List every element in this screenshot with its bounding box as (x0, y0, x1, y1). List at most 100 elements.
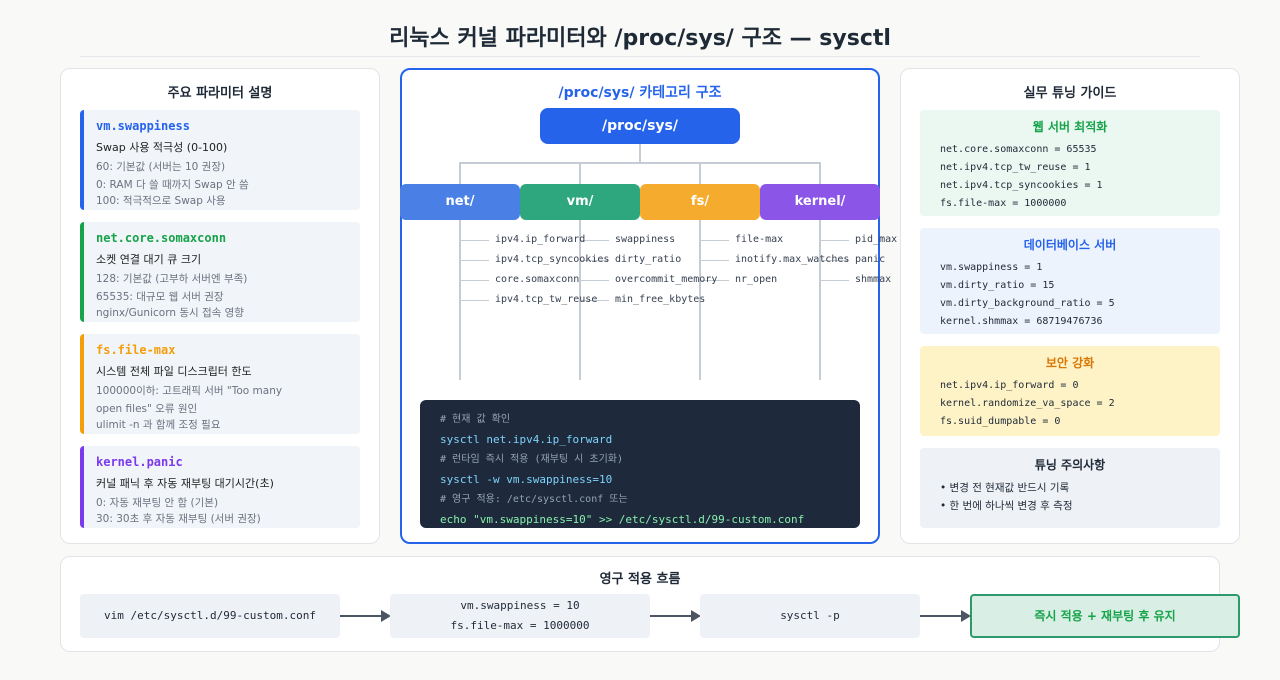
item-branch (461, 260, 489, 261)
param-detail: 0: 자동 재부팅 안 함 (기본) (96, 497, 219, 509)
fs-item: nr_open (735, 274, 778, 285)
caution-note: • 변경 전 현재값 반드시 기록 (940, 482, 1070, 494)
item-branch (701, 260, 729, 261)
param-description: 커널 패닉 후 자동 재부팅 대기시간(초) (96, 477, 274, 490)
flow-step-edit-config: vim /etc/sysctl.d/99-custom.conf (80, 594, 340, 638)
flow-step-text: vm.swappiness = 10 (460, 599, 580, 612)
title-divider (80, 56, 1200, 57)
guide-setting: kernel.shmmax = 68719476736 (940, 316, 1103, 327)
page-title: 리눅스 커널 파라미터와 /proc/sys/ 구조 — sysctl (389, 26, 891, 51)
param-card-somaxconn: net.core.somaxconn 소켓 연결 대기 큐 크기 128: 기본… (80, 222, 360, 322)
flow-step-apply: sysctl -p (700, 594, 920, 638)
item-branch (701, 240, 729, 241)
net-item: ipv4.tcp_tw_reuse (495, 294, 598, 305)
proc-sys-panel-title: /proc/sys/ 카테고리 구조 (558, 85, 722, 101)
flow-step-text: fs.file-max = 1000000 (450, 619, 590, 632)
flow-step-config-content: vm.swappiness = 10 fs.file-max = 1000000 (390, 594, 650, 638)
category-kernel: kernel/ (760, 184, 880, 220)
category-fs: fs/ (640, 184, 760, 220)
param-card-kernel-panic: kernel.panic 커널 패닉 후 자동 재부팅 대기시간(초) 0: 자… (80, 446, 360, 528)
parameters-panel-title: 주요 파라미터 설명 (167, 86, 273, 101)
guide-setting: vm.swappiness = 1 (940, 262, 1043, 273)
tree-connector (699, 162, 701, 184)
param-description: 소켓 연결 대기 큐 크기 (96, 253, 202, 266)
terminal-command: echo "vm.swappiness=10" >> /etc/sysctl.d… (440, 513, 805, 526)
fs-item: inotify.max_watches (735, 254, 850, 265)
guide-setting: fs.file-max = 1000000 (940, 198, 1067, 209)
param-detail: nginx/Gunicorn 동시 접속 영향 (96, 307, 244, 319)
net-item: core.somaxconn (495, 274, 580, 285)
param-description: Swap 사용 적극성 (0-100) (96, 141, 228, 154)
kernel-item: shmmax (855, 274, 892, 285)
tree-connector (639, 144, 641, 162)
flow-arrow (650, 615, 692, 617)
guide-setting: kernel.randomize_va_space = 2 (940, 398, 1115, 409)
net-item: ipv4.ip_forward (495, 234, 586, 245)
param-detail: 100: 적극적으로 Swap 사용 (96, 195, 226, 207)
guide-card-web-server: 웹 서버 최적화 net.core.somaxconn = 65535 net.… (920, 110, 1220, 216)
flow-result-text: 즉시 적용 + 재부팅 후 유지 (1034, 609, 1176, 623)
tree-connector (579, 162, 581, 184)
guide-card-title: 튜닝 주의사항 (1034, 458, 1106, 472)
vm-item: swappiness (615, 234, 676, 245)
param-card-file-max: fs.file-max 시스템 전체 파일 디스크립터 한도 100000이하:… (80, 334, 360, 434)
net-item: ipv4.tcp_syncookies (495, 254, 610, 265)
param-description: 시스템 전체 파일 디스크립터 한도 (96, 365, 252, 378)
param-detail: open files" 오류 원인 (96, 403, 198, 415)
param-name: fs.file-max (96, 343, 176, 357)
param-detail: 60: 기본값 (서버는 10 권장) (96, 161, 226, 173)
tree-connector (459, 162, 461, 184)
flow-step-text: sysctl -p (780, 609, 840, 622)
guide-card-title: 데이터베이스 서버 (1023, 238, 1117, 252)
kernel-item: panic (855, 254, 886, 265)
guide-setting: net.ipv4.tcp_syncookies = 1 (940, 180, 1103, 191)
vm-item: dirty_ratio (615, 254, 682, 265)
item-branch (821, 280, 849, 281)
flow-arrow (920, 615, 962, 617)
category-net: net/ (400, 184, 520, 220)
guide-setting: net.ipv4.tcp_tw_reuse = 1 (940, 162, 1091, 173)
terminal-comment: # 영구 적용: /etc/sysctl.conf 또는 (440, 494, 628, 505)
tree-connector (819, 162, 821, 184)
param-card-swappiness: vm.swappiness Swap 사용 적극성 (0-100) 60: 기본… (80, 110, 360, 210)
guide-setting: net.core.somaxconn = 65535 (940, 144, 1097, 155)
proc-sys-root-node: /proc/sys/ (540, 108, 740, 144)
persist-flow-title: 영구 적용 흐름 (599, 572, 681, 587)
tree-connector (460, 162, 821, 164)
flow-step-result: 즉시 적용 + 재부팅 후 유지 (970, 594, 1240, 638)
flow-step-text: vim /etc/sysctl.d/99-custom.conf (104, 609, 316, 622)
terminal-comment: # 현재 값 확인 (440, 414, 511, 425)
guide-setting: net.ipv4.ip_forward = 0 (940, 380, 1079, 391)
param-detail: 0: RAM 다 쓸 때까지 Swap 안 씀 (96, 179, 249, 191)
vm-item: min_free_kbytes (615, 294, 706, 305)
guide-card-security: 보안 강화 net.ipv4.ip_forward = 0 kernel.ran… (920, 346, 1220, 436)
param-name: kernel.panic (96, 455, 183, 469)
terminal-example: # 현재 값 확인 sysctl net.ipv4.ip_forward # 런… (420, 400, 860, 528)
param-detail: 30: 30초 후 자동 재부팅 (서버 권장) (96, 513, 261, 525)
fs-item: file-max (735, 234, 784, 245)
item-branch (581, 280, 609, 281)
category-vm: vm/ (520, 184, 640, 220)
item-branch (461, 300, 489, 301)
item-branch (821, 240, 849, 241)
terminal-command: sysctl -w vm.swappiness=10 (440, 473, 613, 486)
guide-card-title: 보안 강화 (1045, 356, 1095, 370)
vm-item: overcommit_memory (615, 274, 718, 285)
guide-card-database: 데이터베이스 서버 vm.swappiness = 1 vm.dirty_rat… (920, 228, 1220, 334)
item-branch (461, 280, 489, 281)
param-detail: ulimit -n 과 함께 조정 필요 (96, 419, 221, 431)
guide-setting: fs.suid_dumpable = 0 (940, 416, 1061, 427)
param-name: vm.swappiness (96, 119, 190, 133)
guide-setting: vm.dirty_background_ratio = 5 (940, 298, 1115, 309)
param-detail: 65535: 대규모 웹 서버 권장 (96, 291, 224, 303)
guide-setting: vm.dirty_ratio = 15 (940, 280, 1055, 291)
guide-card-cautions: 튜닝 주의사항 • 변경 전 현재값 반드시 기록 • 한 번에 하나씩 변경 … (920, 448, 1220, 528)
param-detail: 100000이하: 고트래픽 서버 "Too many (96, 385, 283, 397)
param-name: net.core.somaxconn (96, 231, 227, 245)
terminal-comment: # 런타임 즉시 적용 (재부팅 시 초기화) (440, 454, 623, 465)
flow-arrow (340, 615, 382, 617)
terminal-command: sysctl net.ipv4.ip_forward (440, 433, 613, 446)
tuning-guide-panel-title: 실무 튜닝 가이드 (1023, 86, 1117, 101)
item-branch (461, 240, 489, 241)
param-detail: 128: 기본값 (고부하 서버엔 부족) (96, 273, 248, 285)
